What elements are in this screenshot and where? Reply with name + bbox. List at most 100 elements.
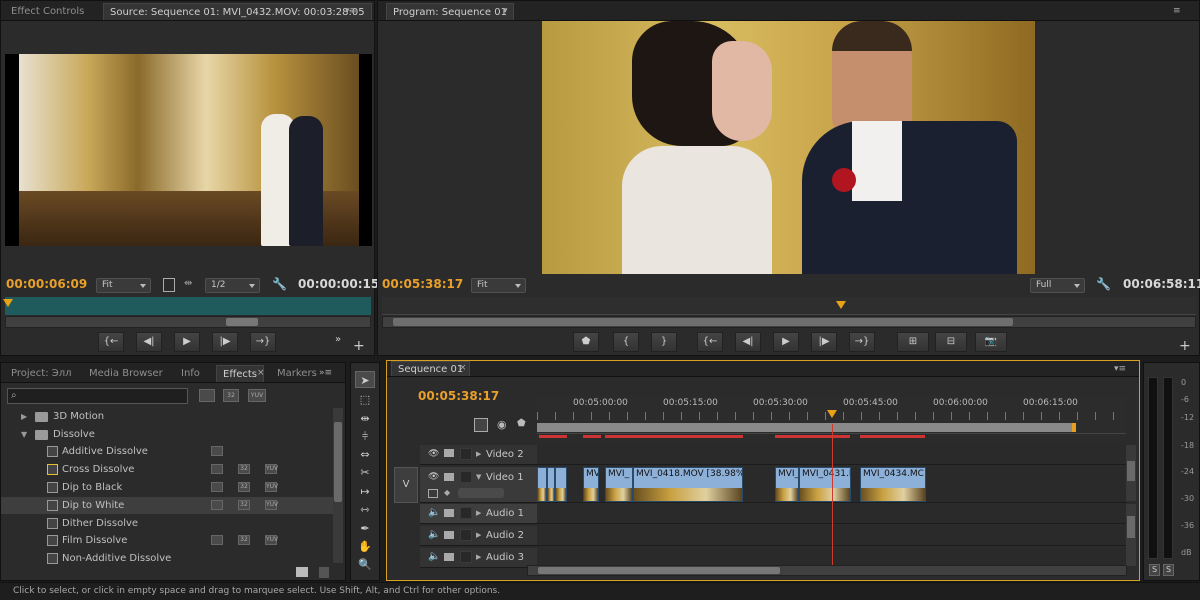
tree-folder-3d-motion[interactable]: ▶ 3D Motion — [1, 408, 333, 425]
timeline-scroll-thumb[interactable] — [538, 567, 780, 574]
scroll-thumb[interactable] — [1127, 516, 1135, 538]
chevron-right-icon[interactable]: ▶ — [476, 553, 481, 561]
lock-box[interactable] — [460, 529, 472, 541]
new-custom-bin-icon[interactable] — [296, 567, 308, 577]
video-clip[interactable] — [547, 467, 555, 502]
source-playhead-icon[interactable] — [3, 299, 13, 307]
timeline-vertical-scrollbar-upper[interactable] — [1126, 445, 1136, 501]
effects-panel-menu-icon[interactable]: »≡ — [319, 368, 333, 378]
display-style-icon[interactable] — [428, 489, 438, 498]
add-marker-icon[interactable]: ⬟ — [517, 418, 526, 429]
program-settings-wrench-icon[interactable]: 🔧 — [1096, 277, 1111, 291]
selection-tool-icon[interactable]: ➤ — [355, 371, 375, 388]
go-to-out-button[interactable]: →} — [849, 332, 875, 352]
close-effects-tab-icon[interactable]: × — [257, 368, 265, 378]
video-target-v[interactable]: V — [394, 467, 418, 503]
rolling-edit-tool-icon[interactable]: ⫩ — [355, 428, 375, 445]
razor-tool-icon[interactable]: ✂ — [355, 464, 375, 481]
tree-effect-dip-to-white[interactable]: Dip to White 32 YUV — [1, 497, 333, 514]
program-step-back-button[interactable]: ◀| — [735, 332, 761, 352]
source-step-back-button[interactable]: ◀| — [136, 332, 162, 352]
source-resolution-select[interactable]: 1/2 — [205, 278, 260, 293]
track-header-audio-3[interactable]: 🔈 ▶ Audio 3 — [420, 548, 537, 568]
timeline-current-timecode[interactable]: 00:05:38:17 — [418, 389, 499, 403]
keyframe-nav[interactable] — [458, 488, 504, 498]
program-zoom-scrollbar[interactable] — [382, 316, 1196, 328]
program-dropdown-icon[interactable]: ▾ — [503, 6, 517, 16]
source-step-back-to-in-button[interactable]: {← — [98, 332, 124, 352]
effects-search-input[interactable]: ⌕ — [7, 388, 188, 404]
tab-program[interactable]: Program: Sequence 01 — [386, 3, 514, 20]
program-zoom-select[interactable]: Fit — [471, 278, 526, 293]
pen-tool-icon[interactable]: ✒ — [355, 520, 375, 537]
chevron-right-icon[interactable]: ▶ — [476, 450, 481, 458]
extract-button[interactable]: ⊟ — [935, 332, 967, 352]
panel-menu-icon[interactable]: ▾≡ — [345, 6, 359, 16]
tree-effect-dip-to-black[interactable]: Dip to Black 32 YUV — [1, 479, 333, 496]
video-clip[interactable]: MVI_0434.MC — [860, 467, 926, 502]
mark-out-button[interactable]: } — [651, 332, 677, 352]
snap-icon[interactable] — [474, 418, 488, 432]
source-more-controls-icon[interactable]: » — [335, 334, 341, 345]
slide-tool-icon[interactable]: ⇿ — [355, 501, 375, 518]
tree-effect-dither-dissolve[interactable]: Dither Dissolve — [1, 515, 333, 532]
eye-icon[interactable]: 👁 — [428, 472, 439, 482]
track-header-audio-2[interactable]: 🔈 ▶ Audio 2 — [420, 526, 537, 546]
tab-info[interactable]: Info — [175, 365, 206, 382]
tree-effect-non-additive-dissolve[interactable]: Non-Additive Dissolve — [1, 550, 333, 567]
audio-clip-icon[interactable] — [444, 509, 454, 517]
go-to-in-button[interactable]: {← — [697, 332, 723, 352]
program-step-forward-button[interactable]: |▶ — [811, 332, 837, 352]
32bit-filter-icon[interactable]: 32 — [223, 389, 239, 402]
mark-in-button[interactable]: { — [613, 332, 639, 352]
program-resolution-select[interactable]: Full — [1030, 278, 1085, 293]
source-play-button[interactable]: ▶ — [174, 332, 200, 352]
track-header-video-1[interactable]: 👁 ▼ Video 1 ◆ — [420, 467, 537, 503]
video-clip[interactable]: MVI_0418.MOV [38.98%] — [633, 467, 743, 502]
program-add-button-icon[interactable]: + — [1179, 338, 1191, 354]
timeline-panel-menu-icon[interactable]: ▾≡ — [1114, 364, 1128, 374]
chevron-right-icon[interactable]: ▶ — [21, 408, 27, 425]
source-time-ruler[interactable] — [3, 297, 371, 315]
scroll-thumb[interactable] — [1127, 461, 1135, 481]
tab-markers[interactable]: Markers — [271, 365, 323, 382]
chevron-right-icon[interactable]: ▶ — [476, 531, 481, 539]
set-encore-marker-icon[interactable]: ◉ — [497, 418, 507, 431]
tab-effect-controls[interactable]: Effect Controls — [5, 3, 90, 20]
source-current-timecode[interactable]: 00:00:06:09 — [6, 277, 87, 291]
track-header-audio-1[interactable]: 🔈 ▶ Audio 1 — [420, 504, 537, 524]
program-play-button[interactable]: ▶ — [773, 332, 799, 352]
timeline-playhead-icon[interactable] — [827, 410, 837, 418]
track-header-video-2[interactable]: 👁 ▶ Video 2 — [420, 445, 537, 465]
effects-vertical-scrollbar[interactable] — [333, 408, 343, 563]
audio-clip-icon[interactable] — [444, 531, 454, 539]
lift-button[interactable]: ⊞ — [897, 332, 929, 352]
delete-icon[interactable] — [319, 567, 329, 578]
program-panel-menu-icon[interactable]: ≡ — [1173, 6, 1187, 16]
export-frame-button[interactable]: 📷 — [975, 332, 1007, 352]
tree-folder-dissolve[interactable]: ▼ Dissolve — [1, 426, 333, 443]
timeline-horizontal-scrollbar[interactable] — [527, 565, 1127, 576]
solo-right-button[interactable]: S — [1163, 564, 1174, 576]
source-zoom-select[interactable]: Fit — [96, 278, 151, 293]
source-zoom-scrollbar[interactable] — [5, 316, 371, 328]
video-clip[interactable]: MVI_0431.I — [799, 467, 851, 502]
timeline-vertical-scrollbar-lower[interactable] — [1126, 504, 1136, 566]
tree-effect-film-dissolve[interactable]: Film Dissolve 32 YUV — [1, 532, 333, 549]
tree-effect-cross-dissolve[interactable]: Cross Dissolve 32 YUV — [1, 461, 333, 478]
program-time-ruler[interactable] — [382, 297, 1196, 315]
work-area-bar[interactable] — [537, 423, 1076, 432]
solo-left-button[interactable]: S — [1149, 564, 1160, 576]
keyframe-icon[interactable]: ◆ — [444, 488, 450, 497]
video-clip[interactable] — [537, 467, 547, 502]
work-area-end-handle[interactable] — [1072, 423, 1076, 432]
track-select-tool-icon[interactable]: ⬚ — [355, 391, 375, 408]
video-clip[interactable]: MVI — [583, 467, 599, 502]
source-step-forward-button[interactable]: |▶ — [212, 332, 238, 352]
film-icon[interactable] — [444, 449, 454, 457]
slip-tool-icon[interactable]: ↦ — [355, 483, 375, 500]
add-marker-button[interactable]: ⬟ — [573, 332, 599, 352]
source-add-button-icon[interactable]: + — [353, 338, 365, 354]
lock-box[interactable] — [460, 507, 472, 519]
program-playhead-icon[interactable] — [836, 301, 846, 309]
